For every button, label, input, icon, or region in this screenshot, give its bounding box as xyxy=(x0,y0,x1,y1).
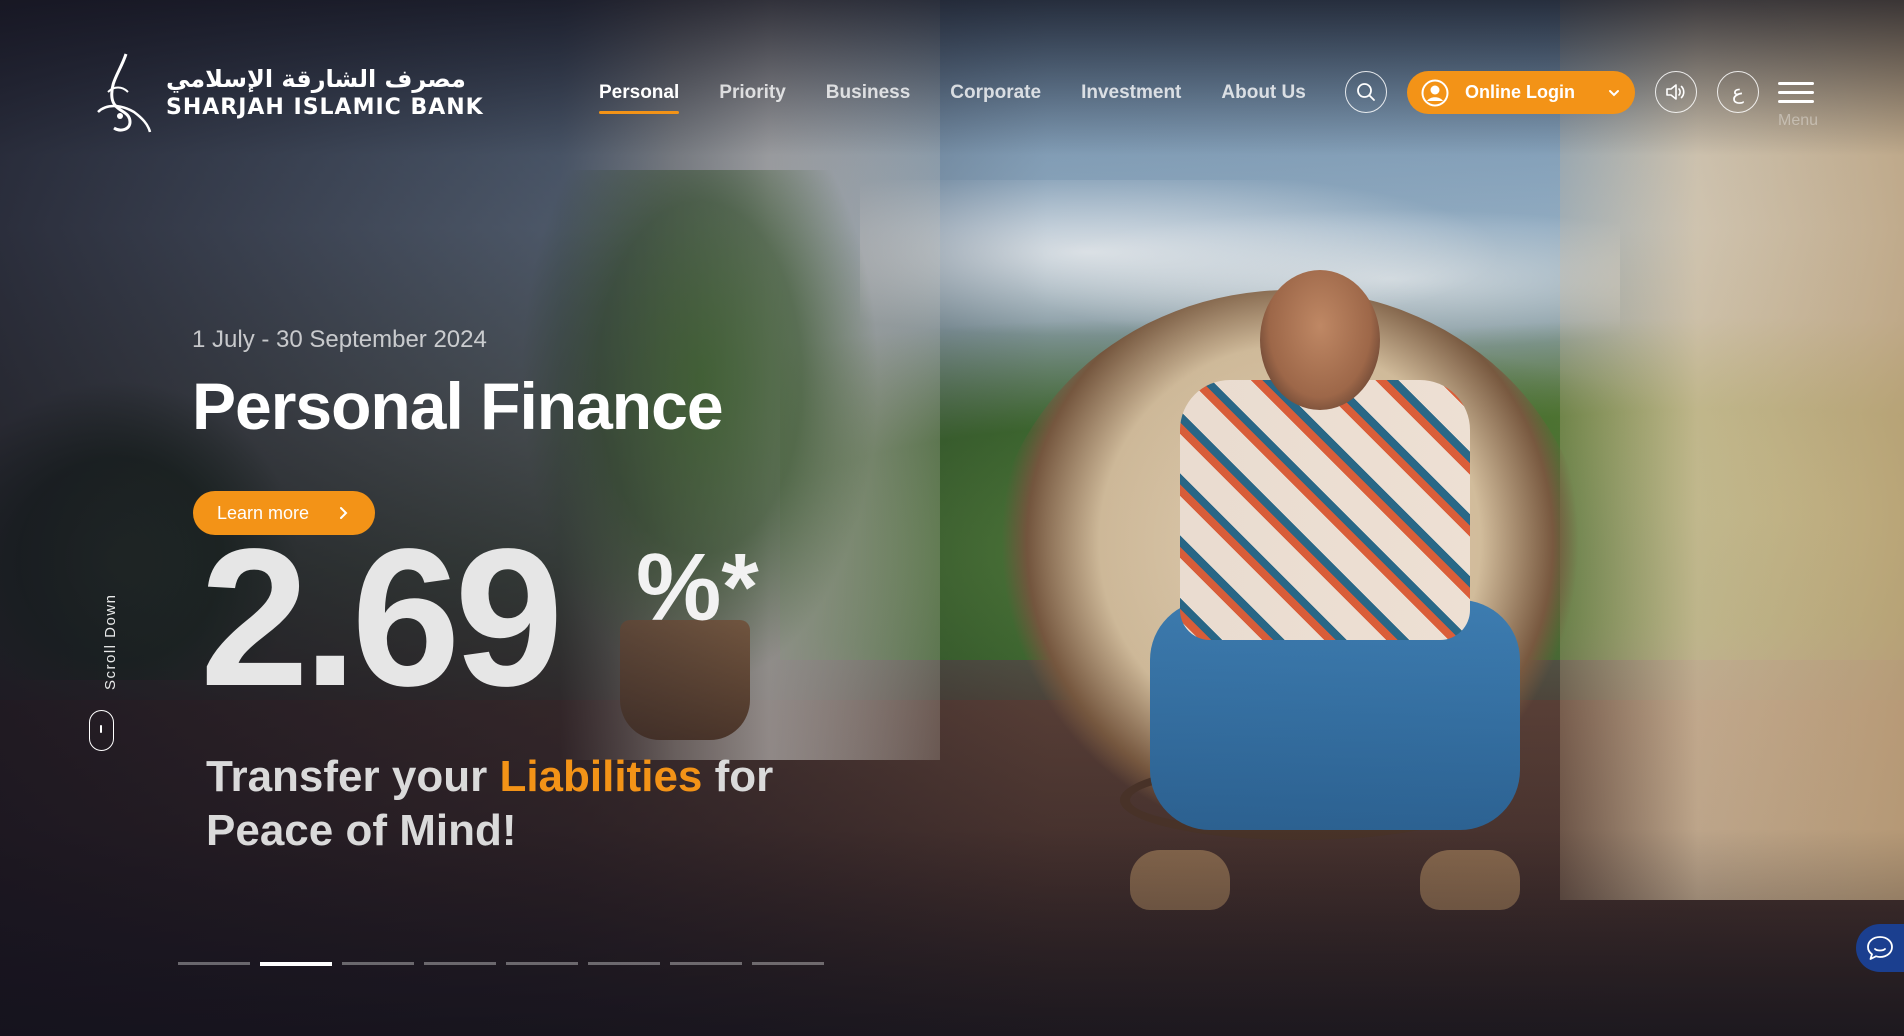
search-button[interactable] xyxy=(1345,71,1387,113)
tagline-text-2: for xyxy=(702,752,774,801)
user-circle-icon xyxy=(1421,79,1449,106)
slider-pagination xyxy=(178,962,824,966)
tagline-highlight: Liabilities xyxy=(499,752,703,801)
slider-dot[interactable] xyxy=(178,962,250,965)
logo-english-text: SHARJAH ISLAMIC BANK xyxy=(166,95,484,120)
profit-rate-suffix: %* xyxy=(636,534,759,641)
chat-button[interactable] xyxy=(1856,924,1904,972)
slider-dot[interactable] xyxy=(424,962,496,965)
hero-title: Personal Finance xyxy=(192,369,724,443)
nav-priority[interactable]: Priority xyxy=(719,82,786,114)
menu-bar-icon xyxy=(1778,100,1814,103)
nav-about-us[interactable]: About Us xyxy=(1221,82,1305,114)
menu-bar-icon xyxy=(1778,82,1814,85)
main-nav: Personal Priority Business Corporate Inv… xyxy=(599,82,1306,114)
scroll-mouse-icon[interactable] xyxy=(89,710,114,751)
slider-dot[interactable] xyxy=(670,962,742,965)
tagline-line-2: Peace of Mind! xyxy=(206,805,517,855)
online-login-button[interactable]: Online Login xyxy=(1407,71,1635,114)
language-label: ع xyxy=(1732,81,1744,104)
nav-corporate[interactable]: Corporate xyxy=(950,82,1041,114)
profit-rate-value: 2.69 xyxy=(200,508,563,727)
logo-calligraphy-icon xyxy=(97,53,152,133)
accessibility-audio-button[interactable] xyxy=(1655,71,1697,113)
slider-dot[interactable] xyxy=(588,962,660,965)
online-login-label: Online Login xyxy=(1465,82,1575,102)
slider-dot[interactable] xyxy=(342,962,414,965)
nav-personal[interactable]: Personal xyxy=(599,82,680,114)
chevron-down-icon xyxy=(1609,89,1619,96)
search-icon xyxy=(1357,83,1375,101)
tagline-text-1: Transfer your xyxy=(206,752,500,801)
language-toggle-button[interactable]: ع xyxy=(1717,71,1759,113)
slider-dot[interactable] xyxy=(506,962,578,965)
speaker-icon xyxy=(1666,84,1685,100)
chat-bubble-icon xyxy=(1867,936,1893,960)
nav-investment[interactable]: Investment xyxy=(1081,82,1181,114)
bank-logo[interactable]: مصرف الشارقة الإسلامي SHARJAH ISLAMIC BA… xyxy=(90,52,484,134)
scroll-down-label: Scroll Down xyxy=(102,593,119,690)
logo-arabic-text: مصرف الشارقة الإسلامي xyxy=(166,65,466,93)
slider-dot[interactable] xyxy=(260,962,332,966)
hero-tagline: Transfer your Liabilities for Peace of M… xyxy=(206,750,773,857)
hamburger-menu-button[interactable] xyxy=(1778,82,1814,109)
menu-label: Menu xyxy=(1778,112,1819,129)
promo-date-range: 1 July - 30 September 2024 xyxy=(192,326,487,353)
slider-dot[interactable] xyxy=(752,962,824,965)
nav-business[interactable]: Business xyxy=(826,82,910,114)
menu-bar-icon xyxy=(1778,91,1814,94)
